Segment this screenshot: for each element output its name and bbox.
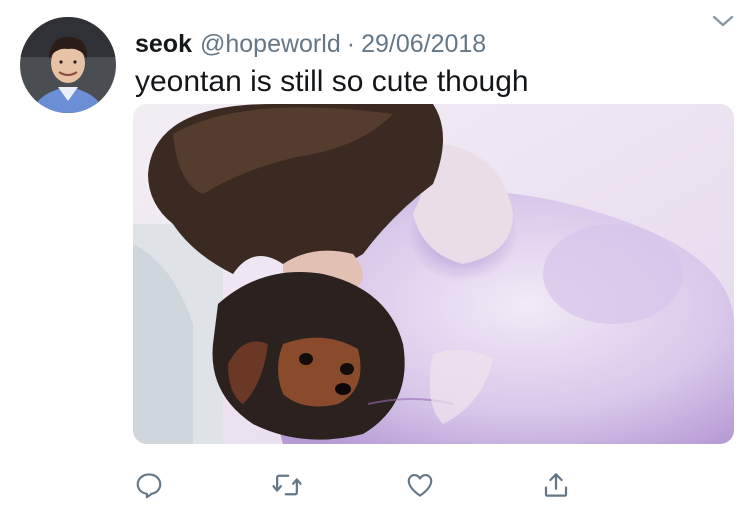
share-icon xyxy=(544,473,568,497)
reply-icon xyxy=(136,473,162,499)
tweet-text: yeontan is still so cute though xyxy=(135,65,529,98)
retweet-icon xyxy=(272,474,302,496)
tweet-photo xyxy=(133,104,734,444)
tweet-header: seok @hopeworld · 29/06/2018 xyxy=(135,27,486,61)
tweet-date[interactable]: 29/06/2018 xyxy=(361,27,486,61)
retweet-button[interactable] xyxy=(267,465,307,505)
like-button[interactable] xyxy=(400,465,440,505)
avatar-image xyxy=(20,17,116,113)
author-handle[interactable]: @hopeworld xyxy=(200,27,341,61)
share-button[interactable] xyxy=(536,465,576,505)
separator-dot: · xyxy=(346,30,356,58)
chevron-down-icon xyxy=(712,15,734,27)
avatar[interactable] xyxy=(20,17,116,113)
author-name[interactable]: seok xyxy=(135,27,192,61)
tweet-media[interactable] xyxy=(133,104,734,444)
reply-button[interactable] xyxy=(129,465,169,505)
tweet-actions xyxy=(0,465,749,505)
heart-icon xyxy=(407,473,433,497)
tweet-menu-button[interactable] xyxy=(709,10,737,32)
